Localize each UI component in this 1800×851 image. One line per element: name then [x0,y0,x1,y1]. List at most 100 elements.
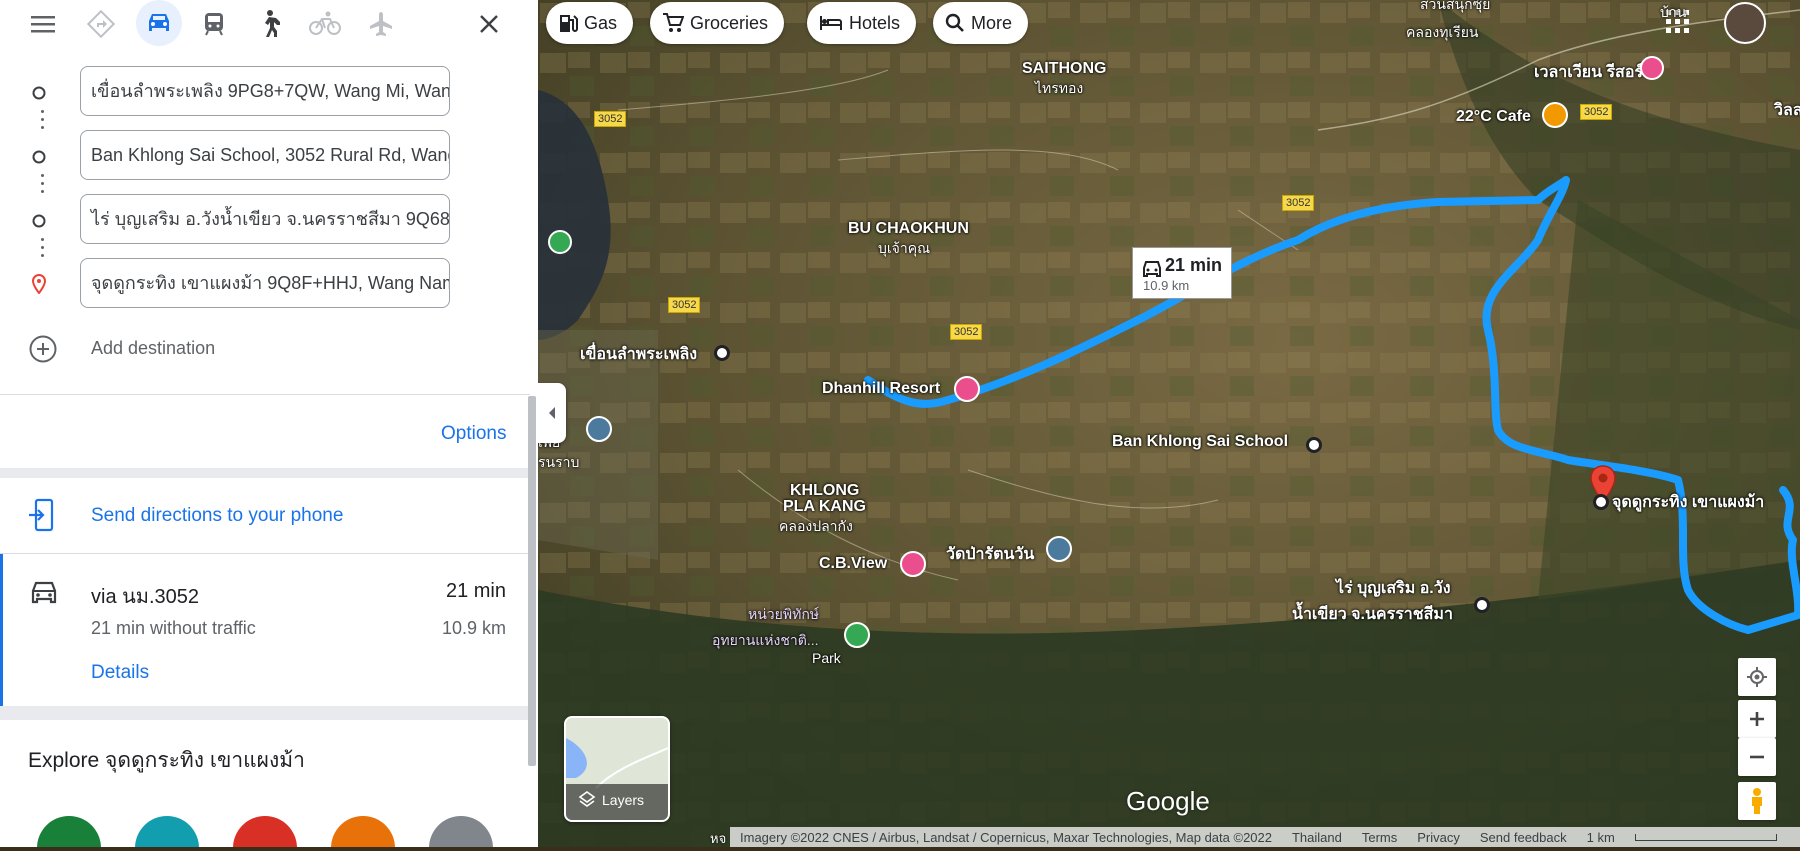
bed-icon [820,16,842,30]
route-details-link[interactable]: Details [91,662,149,684]
walk-icon[interactable] [246,4,292,44]
route-option-card[interactable]: via นม.3052 21 min 21 min without traffi… [0,554,528,706]
map-label: BU CHAOKHUN [848,220,969,237]
route-info-box[interactable]: 21 min 10.9 km [1132,247,1232,299]
chip-groceries[interactable]: Groceries [650,2,785,44]
minus-icon [1750,755,1764,759]
temple-pin-icon[interactable] [586,416,612,442]
more-category-icon[interactable] [429,816,493,847]
gas-category-icon[interactable] [233,816,297,847]
cart-icon [663,13,684,32]
send-directions-row[interactable]: Send directions to your phone [0,478,528,552]
route-shield: 3052 [594,111,627,127]
map-label: Park [812,650,841,666]
map-canvas[interactable]: Gas Groceries Hotels More สวนสนุกซุ้ย บ้… [538,0,1800,847]
panel-scrollbar[interactable] [528,396,536,766]
route-box-time: 21 min [1165,255,1223,275]
waypoint-row-3: ไร่ บุญเสริม อ.วังน้ำเขียว จ.นครราชสีมา … [0,194,538,248]
map-label: บ้าน [1660,4,1687,20]
route-via: via นม.3052 [91,586,200,608]
privacy-link[interactable]: Privacy [1417,830,1460,845]
terms-link[interactable]: Terms [1362,830,1397,845]
map-label: คลองปลากัง [779,518,853,534]
destination-pin-icon [32,274,46,294]
travel-mode-bar [0,0,538,46]
chip-label: Groceries [690,12,769,33]
chip-gas[interactable]: Gas [546,2,634,44]
parking-category-icon[interactable] [331,816,395,847]
plus-icon [1750,712,1764,726]
divider [0,394,530,395]
options-link[interactable]: Options [441,423,506,445]
layers-icon [578,791,596,807]
add-destination-row[interactable]: Add destination [28,334,468,364]
stop-input-2[interactable]: ไร่ บุญเสริม อ.วังน้ำเขียว จ.นครราชสีมา … [80,194,450,244]
park-pin-icon[interactable] [844,622,870,648]
directions-icon[interactable] [78,4,124,44]
car-icon[interactable] [136,0,182,46]
temple-pin-icon[interactable] [1046,536,1072,562]
chip-label: Hotels [849,12,901,33]
layers-button[interactable]: Layers [564,716,670,822]
chip-hotels[interactable]: Hotels [807,2,917,44]
add-destination-label: Add destination [91,338,216,358]
car-icon [31,581,57,604]
chevron-left-icon [549,407,555,419]
country-link[interactable]: Thailand [1292,830,1342,845]
origin-marker[interactable] [714,345,730,361]
hotel-category-icon[interactable] [135,816,199,847]
map-label: อุทยานแห่งชาติ... [712,632,819,648]
destination-input[interactable]: จุดดูกระทิง เขาแผงม้า 9Q8F+HHJ, Wang Nam… [80,258,450,308]
send-to-phone-icon [29,498,54,532]
flight-icon[interactable] [358,4,404,44]
layers-label: Layers [602,792,645,808]
route-shield: 3052 [950,324,983,340]
directions-panel: เขื่อนลำพระเพลิง 9PG8+7QW, Wang Mi, Wang… [0,0,538,847]
zoom-in-button[interactable] [1738,700,1776,738]
stop-input-1[interactable]: Ban Khlong Sai School, 3052 Rural Rd, Wa… [80,130,450,180]
park-pin-icon[interactable] [548,230,572,254]
imagery-credit: Imagery ©2022 CNES / Airbus, Landsat / C… [740,829,1272,845]
restaurant-category-icon[interactable] [37,816,101,847]
waypoint-row-start: เขื่อนลำพระเพลิง 9PG8+7QW, Wang Mi, Wang… [0,66,538,120]
map-label: เวลาเวียน รีสอร์ท [1534,64,1654,81]
origin-input[interactable]: เขื่อนลำพระเพลิง 9PG8+7QW, Wang Mi, Wang… [80,66,450,116]
pegman-icon [1752,788,1762,814]
send-directions-label: Send directions to your phone [91,505,344,526]
viewpoint-pin-icon[interactable] [900,551,926,577]
car-icon [1143,261,1161,277]
map-label: วิลล [1774,102,1800,119]
chip-more[interactable]: More [933,2,1029,44]
chip-label: Gas [584,12,618,33]
scale-label[interactable]: 1 km [1587,830,1615,845]
gas-icon [560,15,578,32]
bike-icon[interactable] [302,4,348,44]
close-icon[interactable] [466,4,512,44]
map-footer: Imagery ©2022 CNES / Airbus, Landsat / C… [730,827,1800,847]
street-view-pegman[interactable] [1738,782,1776,820]
section-divider [0,468,530,478]
stop-marker[interactable] [1474,597,1490,613]
map-label: หจ [710,831,727,846]
destination-marker[interactable] [1593,494,1609,510]
waypoint-row-2: Ban Khlong Sai School, 3052 Rural Rd, Wa… [0,130,538,184]
route-without-traffic: 21 min without traffic [91,618,256,638]
transit-icon[interactable] [191,4,237,44]
collapse-panel-button[interactable] [538,383,566,443]
avatar[interactable] [1724,2,1766,44]
zoom-out-button[interactable] [1738,738,1776,776]
satellite-imagery [538,0,1800,847]
cafe-pin-icon[interactable] [1542,102,1568,128]
my-location-button[interactable] [1738,658,1776,696]
map-label: 22°C Cafe [1456,108,1531,125]
menu-icon[interactable] [20,4,66,44]
route-time: 21 min [445,580,506,602]
stop-marker[interactable] [1306,437,1322,453]
map-label: รนราบ [538,454,580,470]
map-label: ไทรทอง [1035,80,1084,96]
add-circle-icon [29,335,57,363]
route-shield: 3052 [668,297,701,313]
resort-pin-icon[interactable] [1640,56,1664,80]
hotel-pin-icon[interactable] [954,376,980,402]
send-feedback-link[interactable]: Send feedback [1480,830,1567,845]
